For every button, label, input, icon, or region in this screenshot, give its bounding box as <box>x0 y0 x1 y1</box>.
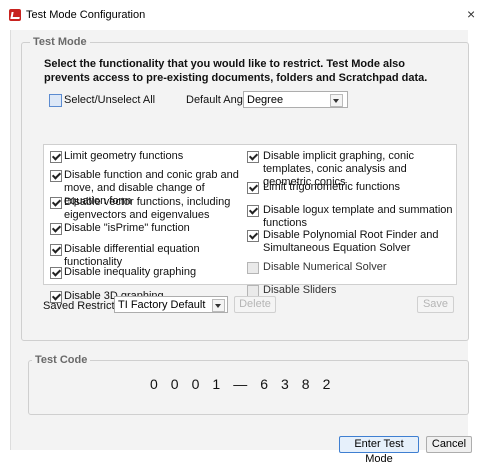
option-label: Disable "isPrime" function <box>64 222 190 234</box>
close-icon[interactable]: × <box>467 6 475 22</box>
option-label: Disable logux template and summation fun… <box>263 204 453 229</box>
test-code-separator: — <box>233 376 248 392</box>
test-code-char: 1 <box>212 376 221 392</box>
test-code-value: 0 0 0 1—6 3 8 2 <box>150 376 343 392</box>
test-code-char: 3 <box>280 376 289 392</box>
title-bar: Test Mode Configuration × <box>0 0 477 30</box>
default-angle-select[interactable]: Degree <box>243 91 348 108</box>
option-label: Limit trigonometric functions <box>263 181 400 193</box>
chevron-down-icon <box>212 299 225 312</box>
test-code-legend: Test Code <box>32 354 91 366</box>
test-code-char: 0 <box>191 376 200 392</box>
window-title: Test Mode Configuration <box>26 9 146 21</box>
option-label: Disable Numerical Solver <box>263 261 387 273</box>
option-checkbox[interactable] <box>50 197 62 209</box>
select-all-checkbox[interactable] <box>49 94 62 107</box>
option-checkbox[interactable] <box>247 230 259 242</box>
option-checkbox[interactable] <box>247 262 259 274</box>
test-code-char: 0 <box>170 376 179 392</box>
option-label: Limit geometry functions <box>64 150 184 162</box>
test-code-char: 0 <box>150 376 158 392</box>
option-checkbox[interactable] <box>50 151 62 163</box>
option-checkbox[interactable] <box>247 205 259 217</box>
saved-restrictions-select[interactable]: TI Factory Default <box>114 296 228 313</box>
test-code-char: 2 <box>322 376 331 392</box>
option-checkbox[interactable] <box>50 267 62 279</box>
save-button[interactable]: Save <box>417 296 454 313</box>
test-code-char: 8 <box>301 376 310 392</box>
option-label: Disable Polynomial Root Finder and Simul… <box>263 229 439 254</box>
saved-restrictions-value: TI Factory Default <box>118 299 206 311</box>
option-checkbox[interactable] <box>50 170 62 182</box>
app-logo-icon <box>9 9 21 21</box>
option-checkbox[interactable] <box>50 223 62 235</box>
option-checkbox[interactable] <box>247 151 259 163</box>
select-all-label: Select/Unselect All <box>64 94 156 106</box>
option-checkbox[interactable] <box>50 244 62 256</box>
chevron-down-icon <box>330 94 343 107</box>
test-code-char: 6 <box>260 376 268 392</box>
test-mode-legend: Test Mode <box>30 36 90 48</box>
option-label: Disable inequality graphing <box>64 266 197 278</box>
enter-test-mode-button[interactable]: Enter Test Mode <box>339 436 419 465</box>
delete-button[interactable]: Delete <box>234 296 276 313</box>
option-checkbox[interactable] <box>247 182 259 194</box>
instructions-text: Select the functionality that you would … <box>44 58 428 84</box>
cancel-button[interactable]: Cancel <box>426 436 472 453</box>
option-label: Disable vector functions, including eige… <box>64 196 231 221</box>
default-angle-value: Degree <box>247 94 284 106</box>
